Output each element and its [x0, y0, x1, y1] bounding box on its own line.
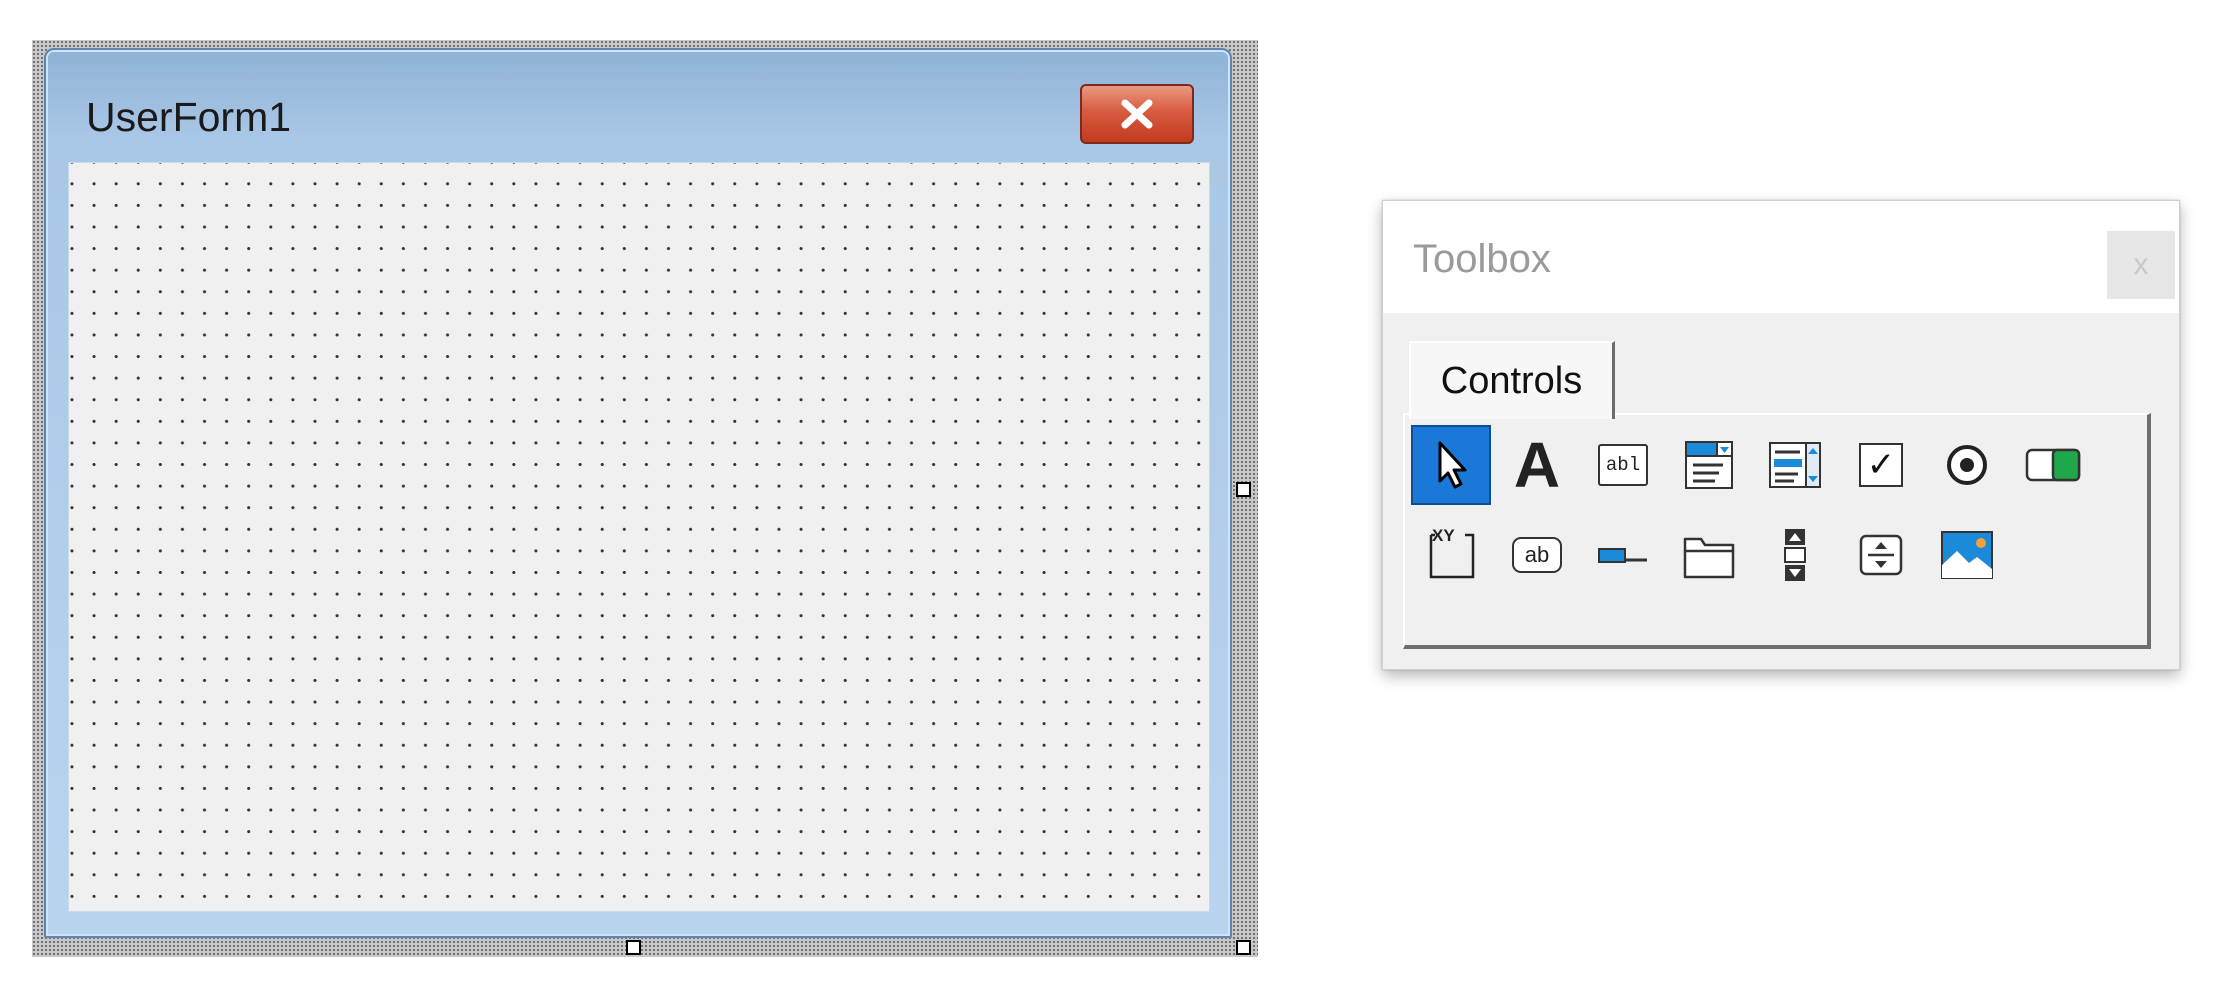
frame-icon-glyph: XY: [1432, 526, 1455, 545]
combobox-tool[interactable]: [1669, 425, 1749, 505]
select-objects-tool[interactable]: [1411, 425, 1491, 505]
frame-tool[interactable]: XY: [1411, 515, 1491, 595]
userform-close-button[interactable]: [1080, 84, 1194, 144]
image-icon: [1941, 531, 1993, 579]
checkbox-tool[interactable]: ✓: [1841, 425, 1921, 505]
toolbox-title: Toolbox: [1413, 237, 1551, 281]
multipage-icon: [1683, 537, 1735, 579]
scrollbar-tool[interactable]: [1755, 515, 1835, 595]
command-button-icon-glyph: ab: [1524, 542, 1550, 567]
userform-design-grid[interactable]: [68, 162, 1210, 912]
resize-handle-bottom[interactable]: [626, 940, 641, 955]
label-tool[interactable]: A: [1497, 425, 1577, 505]
label-icon: A: [1513, 429, 1561, 501]
resize-handle-right[interactable]: [1236, 482, 1251, 497]
listbox-tool[interactable]: [1755, 425, 1835, 505]
toolbox-close-button[interactable]: x: [2107, 231, 2175, 299]
toggle-button-icon: [2025, 448, 2081, 482]
checkbox-icon: ✓: [1859, 443, 1903, 487]
toggle-button-tool[interactable]: [2013, 425, 2093, 505]
command-button-icon: ab: [1512, 537, 1562, 573]
spin-button-tool[interactable]: [1841, 515, 1921, 595]
option-button-tool[interactable]: [1927, 425, 2007, 505]
textbox-icon-glyph: abl: [1605, 454, 1641, 476]
select-objects-icon: [1438, 441, 1467, 489]
option-button-icon: [1947, 445, 1987, 485]
tab-controls[interactable]: Controls: [1409, 341, 1615, 419]
textbox-icon: abl: [1598, 444, 1648, 486]
command-button-tool[interactable]: ab: [1497, 515, 1577, 595]
controls-panel: A abl ✓ XY ab: [1403, 413, 2151, 649]
close-icon: [1121, 99, 1153, 129]
spin-button-icon: [1859, 534, 1903, 576]
tabstrip-icon: [1598, 548, 1647, 563]
listbox-icon: [1769, 442, 1821, 488]
multipage-tool[interactable]: [1669, 515, 1749, 595]
close-icon: x: [2133, 248, 2149, 281]
toolbox-titlebar[interactable]: Toolbox x: [1383, 201, 2179, 313]
scrollbar-icon: [1784, 529, 1806, 581]
resize-handle-corner[interactable]: [1236, 940, 1251, 955]
tabstrip-tool[interactable]: [1583, 515, 1663, 595]
toolbox-window[interactable]: Toolbox x Controls A abl ✓ XY ab: [1382, 200, 2180, 670]
checkbox-icon-glyph: ✓: [1866, 445, 1896, 485]
image-tool[interactable]: [1927, 515, 2007, 595]
userform-window[interactable]: UserForm1: [44, 48, 1232, 938]
combobox-icon: [1685, 441, 1733, 489]
userform-title: UserForm1: [86, 94, 292, 140]
textbox-tool[interactable]: abl: [1583, 425, 1663, 505]
